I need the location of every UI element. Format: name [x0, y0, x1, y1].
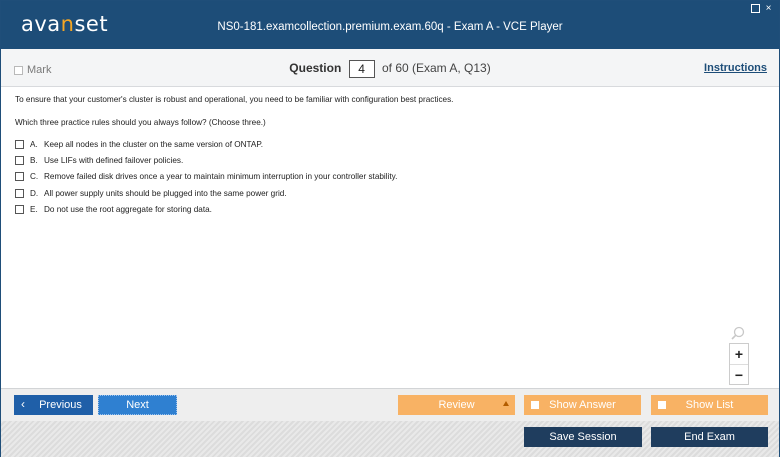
window-title: NS0-181.examcollection.premium.exam.60q … [217, 21, 563, 33]
question-prompt: Which three practice rules should you al… [15, 118, 266, 127]
review-button[interactable]: Review [398, 395, 515, 415]
previous-button[interactable]: ‹ Previous [14, 395, 93, 415]
answer-options: A. Keep all nodes in the cluster on the … [15, 136, 397, 218]
answer-checkbox[interactable] [15, 205, 24, 215]
show-answer-label: Show Answer [549, 399, 616, 411]
instructions-link[interactable]: Instructions [704, 62, 767, 74]
show-answer-checkbox-icon [531, 401, 539, 409]
title-bar: avanset NS0-181.examcollection.premium.e… [1, 1, 779, 49]
answer-option-b[interactable]: B. Use LIFs with defined failover polici… [15, 152, 397, 168]
save-session-button[interactable]: Save Session [524, 427, 642, 447]
show-list-button[interactable]: Show List [651, 395, 768, 415]
end-exam-label: End Exam [684, 431, 735, 443]
answer-checkbox[interactable] [15, 139, 24, 149]
option-text: Remove failed disk drives once a year to… [44, 172, 398, 182]
answer-checkbox[interactable] [15, 172, 24, 182]
option-text: Do not use the root aggregate for storin… [44, 205, 212, 215]
answer-option-e[interactable]: E. Do not use the root aggregate for sto… [15, 202, 397, 218]
question-navigator: Question 4 of 60 (Exam A, Q13) [1, 60, 779, 78]
question-number-input[interactable]: 4 [348, 60, 375, 78]
window-controls: × [751, 4, 773, 14]
zoom-out-button[interactable]: − [730, 364, 748, 384]
answer-checkbox[interactable] [15, 188, 24, 198]
next-button[interactable]: Next [98, 395, 177, 415]
option-letter: C. [30, 172, 39, 182]
answer-option-a[interactable]: A. Keep all nodes in the cluster on the … [15, 136, 397, 152]
answer-checkbox[interactable] [15, 156, 24, 166]
magnifier-icon[interactable] [731, 326, 745, 340]
option-text: Keep all nodes in the cluster on the sam… [44, 139, 264, 149]
previous-label: Previous [39, 399, 82, 411]
option-letter: A. [30, 139, 38, 149]
zoom-in-button[interactable]: + [730, 344, 748, 364]
option-letter: B. [30, 156, 38, 166]
caret-up-icon [503, 401, 509, 406]
end-exam-button[interactable]: End Exam [651, 427, 768, 447]
question-stem: To ensure that your customer's cluster i… [15, 95, 454, 104]
option-letter: D. [30, 188, 39, 198]
option-text: Use LIFs with defined failover policies. [44, 156, 184, 166]
vce-player-window: avanset NS0-181.examcollection.premium.e… [0, 0, 780, 457]
question-count-text: of 60 (Exam A, Q13) [381, 61, 491, 76]
next-label: Next [126, 399, 149, 411]
close-icon[interactable]: × [764, 4, 773, 14]
save-session-label: Save Session [549, 431, 617, 443]
review-label: Review [438, 399, 475, 411]
maximize-icon[interactable] [751, 4, 760, 13]
answer-option-d[interactable]: D. All power supply units should be plug… [15, 185, 397, 201]
show-answer-button[interactable]: Show Answer [524, 395, 641, 415]
option-text: All power supply units should be plugged… [44, 188, 287, 198]
question-label: Question [289, 61, 342, 76]
option-letter: E. [30, 205, 38, 215]
show-list-label: Show List [685, 399, 734, 411]
footer-bar: ‹ Previous Next Review Show Answer Show … [1, 388, 779, 457]
show-list-checkbox-icon [658, 401, 666, 409]
answer-option-c[interactable]: C. Remove failed disk drives once a year… [15, 169, 397, 185]
question-bar: Mark Question 4 of 60 (Exam A, Q13) Inst… [1, 49, 779, 87]
question-content: To ensure that your customer's cluster i… [1, 88, 779, 388]
chevron-left-icon: ‹ [21, 397, 25, 411]
zoom-controls: + − [729, 343, 749, 385]
